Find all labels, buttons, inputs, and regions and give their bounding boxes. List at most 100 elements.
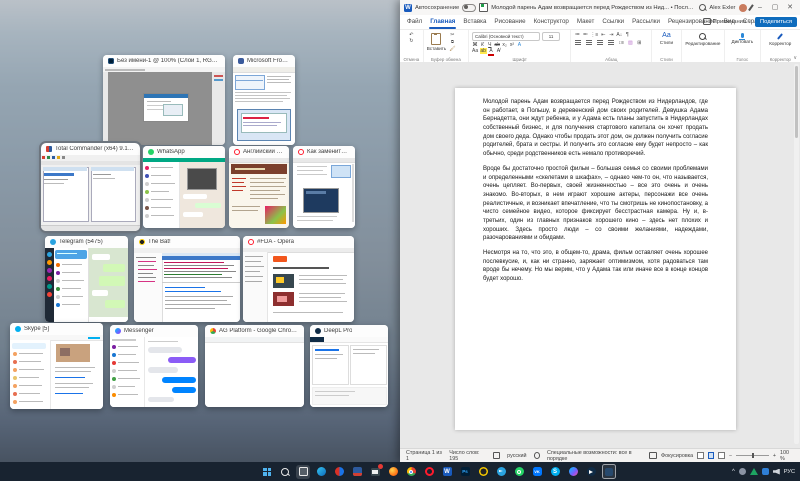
active-window-icon[interactable] (602, 465, 616, 479)
comments-button[interactable]: Примечания ∨ (703, 18, 751, 25)
task-thumbnail-photoshop[interactable]: Без имени-1 @ 100% (Слой 1, RGB/8#) * (103, 55, 225, 145)
task-thumbnail-total-commander[interactable]: Total Commander (x64) 9.12 - Exler.ru... (41, 143, 140, 231)
editor-button[interactable]: Корректор (764, 32, 797, 46)
task-thumbnail-deepl[interactable]: DeepL Pro (310, 325, 388, 407)
document-page[interactable]: Молодой парень Адам возвращается перед Р… (455, 88, 736, 430)
focus-button[interactable]: Фокусировка (661, 453, 693, 459)
zoom-level[interactable]: 100 % (780, 450, 794, 462)
change-case-button[interactable]: Аа (472, 48, 478, 54)
paste-button[interactable]: Вставить (427, 32, 446, 52)
font-size-select[interactable]: 11 (542, 32, 560, 41)
language-indicator[interactable]: русский (507, 453, 526, 459)
tab-layout[interactable]: Макет (573, 15, 599, 29)
tab-references[interactable]: Ссылки (598, 15, 628, 29)
borders-icon[interactable]: ⊞ (636, 40, 642, 46)
opera-taskbar-icon[interactable] (422, 465, 436, 479)
editing-button[interactable]: Редактирование (685, 32, 721, 46)
align-left-icon[interactable] (575, 40, 581, 45)
task-thumbnail-opera-english[interactable]: Английский прое... (229, 146, 289, 228)
copy-icon[interactable]: ⧉ (449, 39, 455, 45)
deepl-taskbar-icon[interactable] (584, 465, 598, 479)
zoom-in-button[interactable]: + (773, 453, 776, 459)
share-button[interactable]: Поделиться (755, 17, 797, 27)
subscript-button[interactable]: x₂ (502, 42, 508, 48)
vertical-scrollbar[interactable] (794, 64, 799, 444)
taskbar-search-icon[interactable] (278, 465, 292, 479)
web-layout-icon[interactable] (718, 452, 725, 459)
redo-icon[interactable]: ↻ (408, 38, 414, 44)
word-taskbar-icon[interactable]: W (440, 465, 454, 479)
photoshop-taskbar-icon[interactable]: Ps (458, 465, 472, 479)
avatar[interactable] (739, 4, 747, 12)
whatsapp-taskbar-icon[interactable] (512, 465, 526, 479)
task-thumbnail-skype[interactable]: Skype [5] (10, 323, 103, 409)
number-list-icon[interactable]: ≕ (582, 32, 588, 38)
highlight-button[interactable]: ab (480, 48, 487, 54)
task-thumbnail-messenger[interactable]: Messenger (110, 325, 198, 407)
task-thumbnail-opera-article[interactable]: Как заменить сти... (293, 146, 355, 228)
language-switcher[interactable]: РУС (784, 469, 795, 475)
shading-icon[interactable]: ▨ (627, 40, 633, 46)
task-thumbnail-telegram[interactable]: Telegram (5475) (45, 236, 128, 322)
search-icon[interactable] (699, 4, 706, 11)
zoom-slider[interactable] (736, 455, 769, 456)
bullet-list-icon[interactable]: ≔ (574, 32, 580, 38)
print-layout-icon[interactable] (708, 452, 715, 459)
total-commander-taskbar-icon[interactable] (350, 465, 364, 479)
tray-app-icon[interactable] (739, 468, 746, 475)
telegram-taskbar-icon[interactable] (494, 465, 508, 479)
chrome-taskbar-icon[interactable] (404, 465, 418, 479)
maximize-button[interactable]: ▢ (769, 0, 781, 15)
multilevel-list-icon[interactable]: ⋮≡ (590, 32, 598, 38)
tab-draw[interactable]: Рисование (490, 15, 529, 29)
align-center-icon[interactable] (586, 40, 592, 45)
line-spacing-icon[interactable]: ↕≡ (618, 40, 624, 46)
mail-icon[interactable] (368, 465, 382, 479)
firefox-icon[interactable] (386, 465, 400, 479)
vk-icon[interactable]: VK (530, 465, 544, 479)
tab-file[interactable]: Файл (403, 15, 426, 29)
show-marks-icon[interactable]: ¶ (624, 32, 630, 38)
proofing-icon[interactable] (493, 452, 500, 459)
text-effects-button[interactable]: А (516, 42, 522, 48)
translator-icon[interactable] (332, 465, 346, 479)
thebat-taskbar-icon[interactable] (476, 465, 490, 479)
save-icon[interactable] (479, 3, 488, 12)
task-thumbnail-whatsapp[interactable]: WhatsApp (143, 146, 225, 228)
align-right-icon[interactable] (597, 40, 603, 45)
cut-icon[interactable]: ✂ (449, 32, 455, 38)
tab-home[interactable]: Главная (426, 15, 459, 29)
tab-insert[interactable]: Вставка (459, 15, 490, 29)
task-thumbnail-thebat[interactable]: The Bat! (134, 236, 240, 322)
messenger-taskbar-icon[interactable] (566, 465, 580, 479)
task-thumbnail-chrome[interactable]: AG Platform - Google Chrome (205, 325, 304, 407)
tab-design[interactable]: Конструктор (530, 15, 573, 29)
font-name-select[interactable]: Calibri (Основной текст) (472, 32, 540, 41)
autosave-toggle[interactable] (462, 4, 476, 12)
volume-icon[interactable] (773, 469, 780, 475)
page-count[interactable]: Страница 1 из 1 (406, 450, 442, 462)
dictate-button[interactable]: Диктовать (728, 32, 757, 44)
minimize-button[interactable]: – (754, 0, 766, 15)
styles-button[interactable]: Аа Стили (655, 32, 678, 45)
tab-mailings[interactable]: Рассылки (628, 15, 664, 29)
superscript-button[interactable]: x² (509, 42, 515, 48)
start-button[interactable] (260, 465, 274, 479)
task-thumbnail-opera-fda[interactable]: #FDA - Opera (243, 236, 354, 322)
task-view-icon[interactable] (296, 465, 310, 479)
edge-icon[interactable] (314, 465, 328, 479)
read-mode-icon[interactable] (697, 452, 704, 459)
zoom-out-button[interactable]: − (729, 453, 732, 459)
justify-icon[interactable] (608, 40, 614, 45)
clear-format-button[interactable]: А̸ (495, 48, 501, 54)
accessibility-status[interactable]: Специальные возможности: все в порядке (547, 450, 643, 462)
decrease-indent-icon[interactable]: ⇤ (600, 32, 606, 38)
increase-indent-icon[interactable]: ⇥ (608, 32, 614, 38)
google-drive-icon[interactable] (750, 468, 758, 475)
close-button[interactable]: ✕ (784, 0, 796, 15)
ink-icon[interactable] (748, 4, 753, 11)
hidden-icons-chevron[interactable]: ^ (732, 469, 735, 475)
sort-icon[interactable]: А↓ (616, 32, 622, 38)
skype-taskbar-icon[interactable]: S (548, 465, 562, 479)
tray-app-blue-icon[interactable] (762, 468, 769, 475)
